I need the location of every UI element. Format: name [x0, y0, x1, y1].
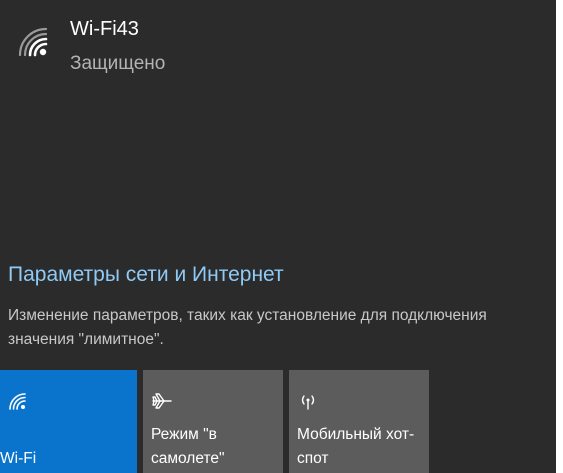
- airplane-tile-label: Режим "в самолете": [151, 426, 225, 467]
- wifi-signal-icon: [18, 27, 48, 57]
- network-status: Защищено: [70, 53, 166, 74]
- mobile-hotspot-tile[interactable]: Мобильный хот-спот: [289, 370, 429, 473]
- network-settings-description: Изменение параметров, таких как установл…: [8, 307, 487, 348]
- wifi-toggle-tile[interactable]: Wi-Fi: [0, 370, 137, 473]
- wifi-tile-label: Wi-Fi: [0, 450, 37, 467]
- network-flyout: Wi-Fi43 Защищено Параметры сети и Интерн…: [0, 0, 556, 473]
- network-name: Wi-Fi43: [70, 18, 139, 40]
- wifi-icon: [9, 393, 26, 410]
- network-item-wifi43[interactable]: Wi-Fi43 Защищено: [0, 0, 556, 90]
- network-settings-link[interactable]: Параметры сети и Интернет: [8, 263, 284, 287]
- hotspot-tile-label: Мобильный хот-спот: [297, 426, 415, 467]
- airplane-mode-tile[interactable]: Режим "в самолете": [143, 370, 283, 473]
- hotspot-icon: [301, 395, 315, 410]
- airplane-icon: [152, 393, 172, 409]
- window-edge: [556, 0, 563, 473]
